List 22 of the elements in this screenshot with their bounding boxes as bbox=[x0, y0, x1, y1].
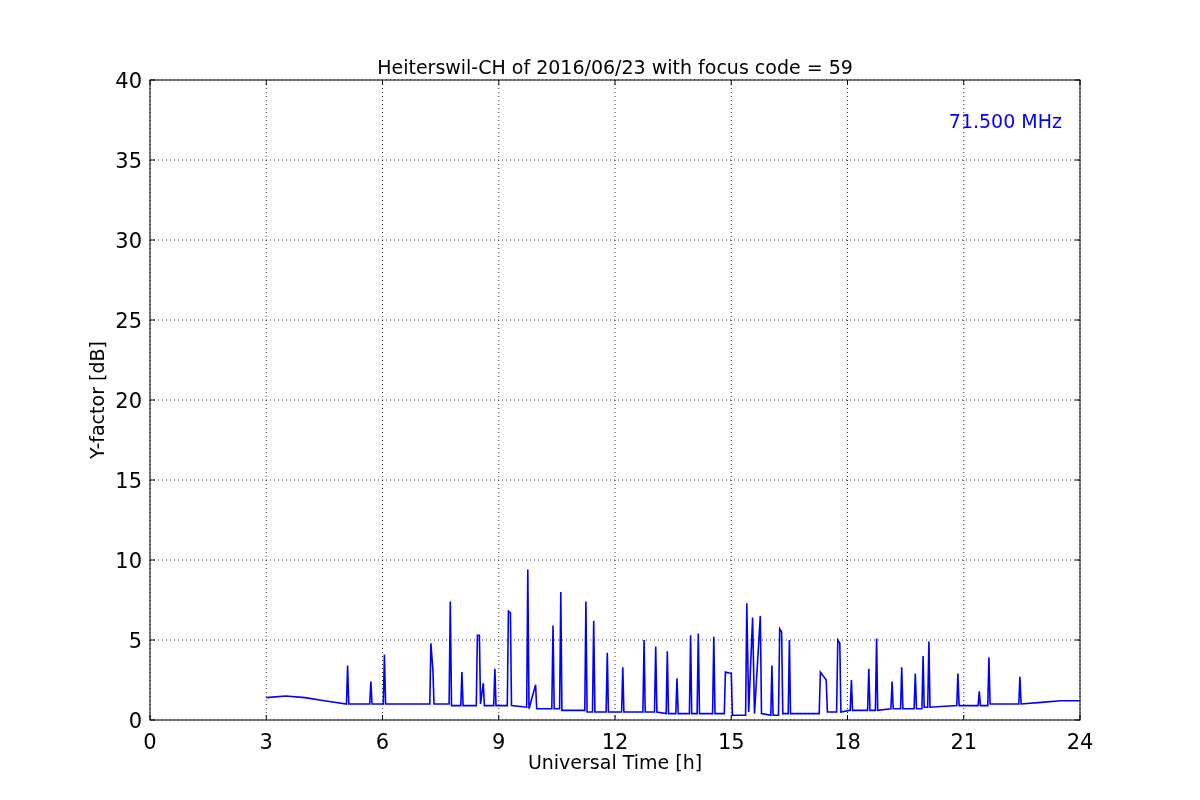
y-axis-label: Y-factor [dB] bbox=[86, 341, 108, 459]
y-tick-label: 0 bbox=[128, 709, 142, 733]
x-tick-label: 3 bbox=[259, 730, 273, 754]
y-tick-label: 30 bbox=[115, 229, 142, 253]
y-tick-label: 25 bbox=[115, 309, 142, 333]
x-tick-label: 24 bbox=[1066, 730, 1094, 754]
y-tick-label: 20 bbox=[115, 389, 142, 413]
x-tick-label: 15 bbox=[717, 730, 745, 754]
x-axis-label: Universal Time [h] bbox=[527, 751, 703, 773]
y-tick-label: 5 bbox=[128, 629, 142, 653]
x-tick-label: 9 bbox=[492, 730, 506, 754]
x-tick-label: 18 bbox=[834, 730, 861, 754]
frequency-label: 71.500 MHz bbox=[948, 110, 1062, 132]
x-tick-label: 0 bbox=[143, 730, 157, 754]
y-tick-label: 40 bbox=[115, 69, 142, 93]
x-tick-label: 12 bbox=[601, 730, 629, 754]
x-tick-label: 6 bbox=[375, 730, 390, 754]
x-tick-label: 21 bbox=[950, 730, 978, 754]
y-tick-label: 35 bbox=[115, 149, 142, 173]
y-tick-label: 10 bbox=[115, 549, 142, 573]
y-tick-label: 15 bbox=[115, 469, 142, 493]
chart-title: Heiterswil-CH of 2016/06/23 with focus code = 59 bbox=[377, 56, 853, 78]
